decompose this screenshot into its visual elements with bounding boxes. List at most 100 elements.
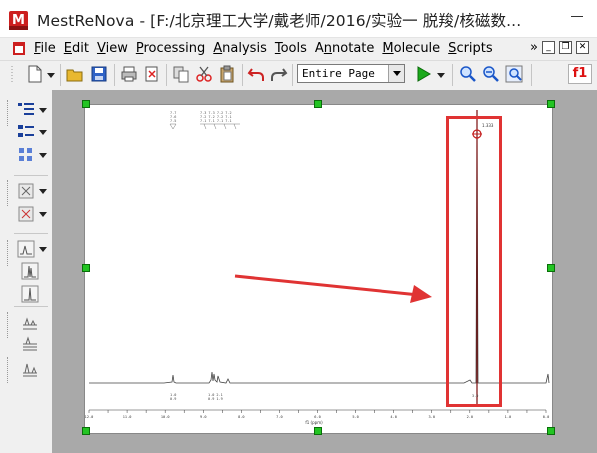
page-zoom-select-value: Entire Page — [302, 67, 375, 80]
copy-icon[interactable] — [172, 65, 190, 83]
svg-text:0.9: 0.9 — [170, 397, 176, 401]
zoom-out-icon[interactable] — [482, 65, 500, 83]
mestrenova-logo-icon: M — [9, 11, 28, 30]
dropdown-arrow-icon[interactable] — [39, 189, 47, 194]
x-axis-tick-label: 9.0 — [200, 415, 207, 419]
bullet-list-icon[interactable] — [17, 123, 35, 141]
doc-restore-button[interactable]: ❐ — [559, 41, 572, 54]
cut-icon[interactable] — [195, 65, 213, 83]
resize-handle-right[interactable] — [547, 264, 555, 272]
resize-handle-bottom[interactable] — [314, 427, 322, 435]
minimize-button[interactable] — [571, 16, 583, 17]
menu-view[interactable]: View — [97, 41, 128, 56]
x-axis-tick-label: 11.0 — [123, 415, 132, 419]
zoom-in-icon[interactable] — [459, 65, 477, 83]
doc-minimize-button[interactable]: _ — [542, 41, 555, 54]
menu-window-controls: » _ ❐ ✕ — [530, 40, 589, 55]
resize-handle-bottom-left[interactable] — [82, 427, 90, 435]
annotation-arrow-head — [410, 285, 432, 303]
dropdown-arrow-icon[interactable] — [39, 247, 47, 252]
x-axis-tick-label: 4.0 — [390, 415, 397, 419]
resize-handle-top[interactable] — [314, 100, 322, 108]
grid-layout-icon[interactable] — [17, 146, 35, 164]
f1-axis-button[interactable]: f1 — [568, 64, 592, 84]
panel-grip-icon — [7, 180, 10, 206]
panel-grip-icon — [7, 312, 10, 338]
dropdown-arrow-icon[interactable] — [39, 212, 47, 217]
toolbar-grip-icon — [11, 66, 13, 82]
dropdown-arrow-icon[interactable] — [39, 108, 47, 113]
panel-grip-icon — [7, 240, 10, 266]
menu-molecule[interactable]: Molecule — [382, 41, 440, 56]
apodization-icon[interactable] — [21, 360, 39, 378]
title-bar[interactable]: M MestReNova - [F:/北京理工大学/戴老师/2016/实验一 脱… — [0, 0, 597, 38]
svg-text:0.9 1.9: 0.9 1.9 — [208, 397, 223, 401]
toolbar-separator — [531, 64, 532, 86]
panel-separator — [14, 306, 48, 307]
crop-icon[interactable] — [17, 182, 35, 200]
x-axis-tick-label: 6.0 — [314, 415, 321, 419]
panel-separator — [14, 233, 48, 234]
x-axis-tick-label: 2.0 — [467, 415, 474, 419]
page-zoom-select[interactable]: Entire Page — [297, 64, 405, 83]
play-icon[interactable] — [414, 65, 432, 83]
resize-handle-top-right[interactable] — [547, 100, 555, 108]
menu-items: File Edit View Processing Analysis Tools… — [34, 41, 501, 56]
x-axis-tick-label: 8.0 — [238, 415, 245, 419]
dropdown-arrow-icon[interactable] — [39, 153, 47, 158]
toolbar-separator — [452, 64, 453, 86]
panel-separator — [14, 175, 48, 176]
x-axis-tick-label: 12.0 — [85, 415, 94, 419]
menu-overflow-button[interactable]: » — [530, 40, 538, 55]
delete-region-icon[interactable] — [17, 205, 35, 223]
document-icon[interactable] — [12, 41, 26, 56]
highlight-box — [446, 116, 502, 407]
open-folder-icon[interactable] — [66, 65, 84, 83]
x-axis-tick-label: 1.0 — [505, 415, 512, 419]
play-dropdown-arrow-icon[interactable] — [437, 73, 445, 78]
menu-processing[interactable]: Processing — [136, 41, 205, 56]
resize-handle-bottom-right[interactable] — [547, 427, 555, 435]
integration-icon[interactable] — [17, 240, 35, 258]
toolbar-separator — [292, 64, 293, 86]
resize-handle-left[interactable] — [82, 264, 90, 272]
toolbar-separator — [242, 64, 243, 86]
menu-annotate[interactable]: Annotate — [315, 41, 375, 56]
multiplet-icon[interactable] — [21, 262, 39, 280]
print-preview-icon[interactable] — [143, 65, 161, 83]
svg-text:7.1 7.1 7.1 7.1: 7.1 7.1 7.1 7.1 — [200, 119, 232, 123]
toolbar-separator — [114, 64, 115, 86]
undo-icon[interactable] — [247, 65, 265, 83]
peak-picking-icon[interactable] — [21, 285, 39, 303]
fit-zoom-icon[interactable] — [505, 65, 523, 83]
baseline-icon[interactable] — [21, 314, 39, 332]
paste-icon[interactable] — [218, 65, 236, 83]
integration-labels: 1.00.9 1.0 2.10.9 1.9 3.0 — [170, 393, 478, 401]
save-icon[interactable] — [90, 65, 108, 83]
chevron-down-icon[interactable] — [388, 65, 404, 82]
dropdown-arrow-icon[interactable] — [39, 130, 47, 135]
x-axis-tick-label: 7.0 — [276, 415, 283, 419]
print-icon[interactable] — [120, 65, 138, 83]
x-axis-tick-label: 0.0 — [543, 415, 550, 419]
new-dropdown-arrow-icon[interactable] — [47, 73, 55, 78]
phase-correction-icon[interactable] — [21, 335, 39, 353]
window-title: MestReNova - [F:/北京理工大学/戴老师/2016/实验一 脱羧/… — [37, 12, 522, 30]
x-axis-ticks: 12.0 11.0 10.0 9.0 8.0 7.0 6.0 5.0 4.0 3.0 2.0 1.0 0… — [85, 410, 550, 419]
menu-scripts[interactable]: Scripts — [448, 41, 493, 56]
menu-file[interactable]: File — [34, 41, 56, 56]
menu-analysis[interactable]: Analysis — [213, 41, 267, 56]
new-document-icon[interactable] — [26, 65, 44, 83]
menu-edit[interactable]: Edit — [64, 41, 89, 56]
toolbar-separator — [60, 64, 61, 86]
doc-close-button[interactable]: ✕ — [576, 41, 589, 54]
x-axis-label: f1 (ppm) — [305, 420, 323, 425]
list-align-icon[interactable] — [17, 101, 35, 119]
redo-icon[interactable] — [270, 65, 288, 83]
resize-handle-top-left[interactable] — [82, 100, 90, 108]
panel-grip-icon — [7, 100, 10, 126]
svg-text:7.5: 7.5 — [170, 119, 176, 123]
toolbar-separator — [166, 64, 167, 86]
x-axis-tick-label: 5.0 — [352, 415, 359, 419]
menu-tools[interactable]: Tools — [275, 41, 307, 56]
